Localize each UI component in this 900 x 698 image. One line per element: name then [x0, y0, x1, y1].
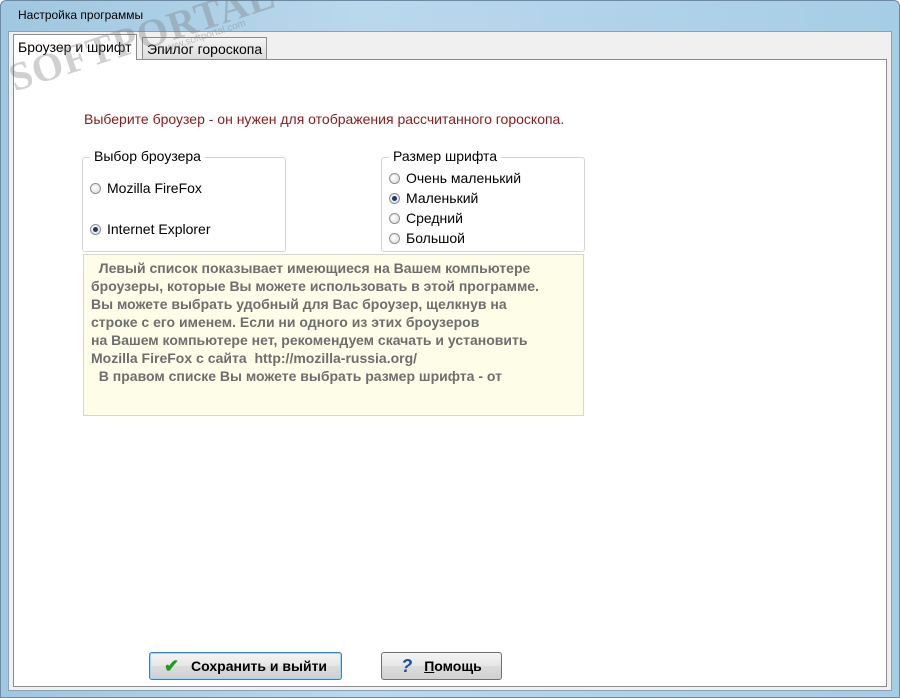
info-line: Вы можете выбрать удобный для Вас броузе… [91, 296, 507, 312]
info-line: строке с его именем. Если ни одного из э… [91, 314, 480, 330]
browser-group-title: Выбор броузера [90, 148, 205, 164]
radio-label: Mozilla FireFox [107, 180, 202, 196]
check-icon: ✔ [163, 655, 180, 676]
save-and-exit-button[interactable]: ✔ Сохранить и выйти [149, 652, 342, 680]
info-text-box[interactable]: Левый список показывает имеющиеся на Ваш… [83, 254, 584, 416]
radio-label: Маленький [406, 190, 479, 206]
tab-browser-and-font[interactable]: Броузер и шрифт [13, 34, 137, 60]
radio-label: Internet Explorer [107, 221, 211, 237]
radio-label: Большой [406, 230, 465, 246]
browser-hint: Выберите броузер - он нужен для отображе… [84, 111, 565, 127]
radio-button-checked-icon[interactable] [389, 192, 400, 204]
question-icon: ? [401, 655, 413, 676]
radio-label: Очень маленький [406, 170, 522, 186]
radio-firefox[interactable]: Mozilla FireFox [90, 180, 202, 196]
radio-label: Средний [406, 210, 463, 226]
radio-button-icon[interactable] [389, 232, 400, 244]
window-title: Настройка программы [18, 8, 144, 22]
tab-panel: Выберите броузер - он нужен для отображе… [13, 59, 887, 687]
window-client-area: Броузер и шрифт Эпилог гороскопа Выберит… [8, 31, 892, 691]
info-line: Левый список показывает имеющиеся на Ваш… [91, 260, 531, 276]
help-button[interactable]: ? Помощь [381, 652, 502, 680]
info-line: В правом списке Вы можете выбрать размер… [91, 368, 502, 384]
radio-button-icon[interactable] [90, 182, 101, 194]
help-button-label: Помощь [424, 658, 482, 674]
radio-font-large[interactable]: Большой [389, 230, 465, 246]
font-group-title: Размер шрифта [389, 148, 502, 164]
radio-internet-explorer[interactable]: Internet Explorer [90, 221, 211, 237]
settings-window: Настройка программы Броузер и шрифт Эпил… [0, 0, 900, 698]
font-size-groupbox: Размер шрифта Очень маленький Маленький … [381, 148, 585, 252]
tab-label: Броузер и шрифт [18, 39, 132, 55]
save-button-label: Сохранить и выйти [191, 658, 328, 674]
radio-font-small[interactable]: Маленький [389, 190, 478, 206]
radio-button-icon[interactable] [389, 212, 400, 224]
title-bar[interactable]: Настройка программы [1, 1, 899, 31]
radio-button-checked-icon[interactable] [90, 223, 101, 235]
browser-groupbox: Выбор броузера Mozilla FireFox Internet … [82, 148, 286, 252]
info-line: на Вашем компьютере нет, рекомендуем ска… [91, 332, 528, 348]
info-line: Mozilla FireFox с сайта http://mozilla-r… [91, 350, 418, 366]
info-line: броузеры, которые Вы можете использовать… [91, 278, 539, 294]
radio-font-very-small[interactable]: Очень маленький [389, 170, 521, 186]
radio-button-icon[interactable] [389, 172, 400, 184]
radio-font-medium[interactable]: Средний [389, 210, 463, 226]
